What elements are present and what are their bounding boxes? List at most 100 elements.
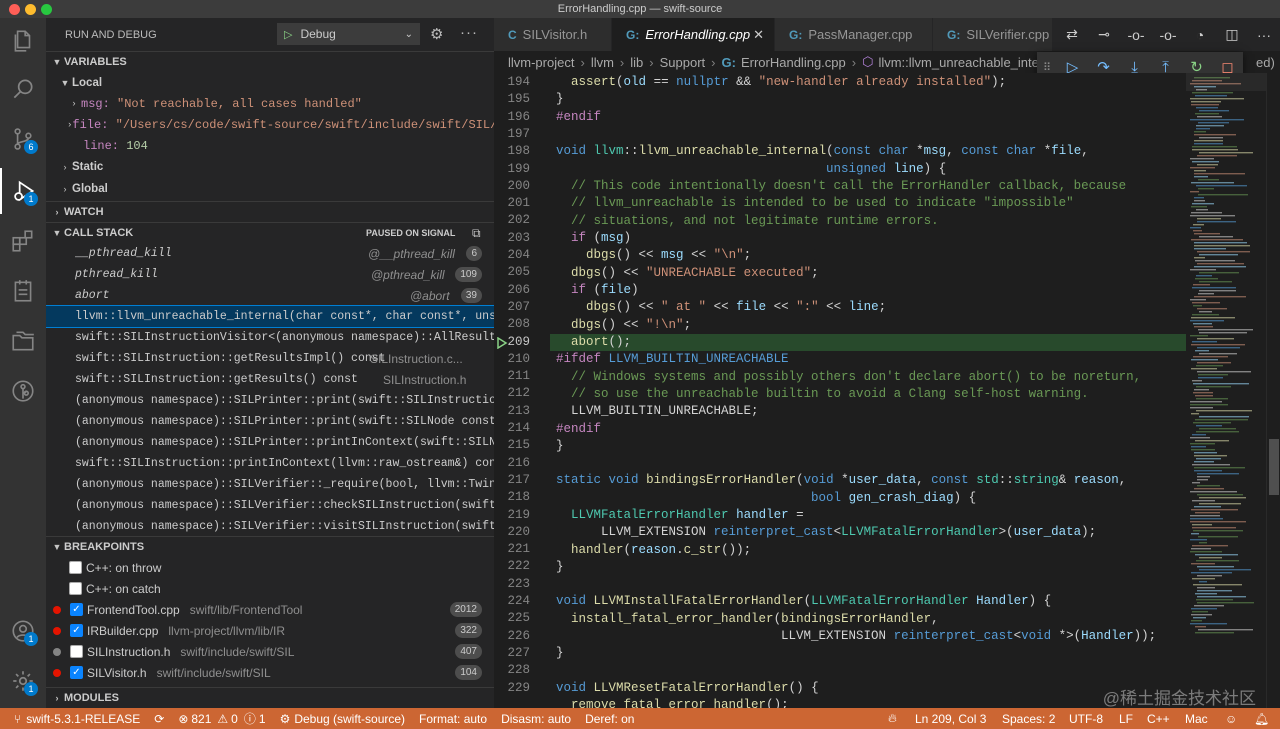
line-number[interactable]: 205 bbox=[494, 265, 530, 279]
breadcrumb-item[interactable]: llvm bbox=[591, 55, 614, 70]
search-icon[interactable] bbox=[0, 66, 46, 112]
more-actions-icon[interactable]: ··· bbox=[460, 24, 478, 41]
stack-frame[interactable]: (anonymous namespace)::SILVerifier::chec… bbox=[46, 495, 494, 516]
checkbox-checked[interactable]: ✓ bbox=[70, 666, 83, 679]
line-number[interactable]: 208 bbox=[494, 317, 530, 331]
line-number[interactable]: 198 bbox=[494, 144, 530, 158]
checkbox[interactable] bbox=[70, 645, 83, 658]
minimap[interactable] bbox=[1186, 73, 1266, 708]
variable-row[interactable]: › msg: "Not reachable, all cases handled… bbox=[46, 93, 494, 114]
scope-global[interactable]: › Global bbox=[46, 177, 494, 201]
stack-frame[interactable]: pthread_kill @pthread_kill 109 bbox=[46, 264, 494, 285]
editor-scrollbar[interactable] bbox=[1266, 73, 1280, 708]
breakpoint-exception[interactable]: C++: on throw bbox=[46, 557, 494, 578]
line-number[interactable]: 206 bbox=[494, 283, 530, 297]
line-number[interactable]: 203 bbox=[494, 231, 530, 245]
close-tab-icon[interactable]: ✕ bbox=[753, 27, 764, 43]
line-number[interactable]: 229 bbox=[494, 681, 530, 695]
problems-status[interactable]: ⊗ 821 ⚠ 0 ⓘ 1 bbox=[178, 710, 265, 727]
language-status[interactable]: C++ bbox=[1147, 712, 1170, 726]
breakpoint-item[interactable]: SILInstruction.h swift/include/swift/SIL… bbox=[46, 641, 494, 662]
breadcrumb-item[interactable]: lib bbox=[630, 55, 643, 70]
debug-status[interactable]: ⚙ Debug (swift-source) bbox=[280, 712, 405, 726]
tab-passmanager[interactable]: G: PassManager.cpp bbox=[775, 18, 933, 51]
stack-frame[interactable]: (anonymous namespace)::SILVerifier::_req… bbox=[46, 474, 494, 495]
breakpoint-exception[interactable]: C++: on catch bbox=[46, 578, 494, 599]
variable-row[interactable]: › file: "/Users/cs/code/swift-source/swi… bbox=[46, 114, 494, 135]
line-number[interactable]: 195 bbox=[494, 92, 530, 106]
line-number[interactable]: 221 bbox=[494, 542, 530, 556]
variable-row[interactable]: line: 104 bbox=[46, 135, 494, 156]
collapse-all-icon[interactable]: ⧉ bbox=[472, 226, 481, 241]
scope-local[interactable]: ▼ Local bbox=[46, 72, 494, 93]
line-number[interactable]: 227 bbox=[494, 646, 530, 660]
breakpoint-item[interactable]: ✓ SILVisitor.h swift/include/swift/SIL 1… bbox=[46, 662, 494, 683]
eol-status[interactable]: LF bbox=[1119, 712, 1133, 726]
git-graph-icon[interactable] bbox=[0, 368, 46, 414]
stack-frame[interactable]: abort @abort 39 bbox=[46, 285, 494, 306]
tab-silverifier[interactable]: G: SILVerifier.cpp bbox=[933, 18, 1053, 51]
stack-frame[interactable]: (anonymous namespace)::SILPrinter::print… bbox=[46, 411, 494, 432]
checkbox-checked[interactable]: ✓ bbox=[70, 624, 83, 637]
source-control-icon[interactable]: 6 bbox=[0, 116, 46, 162]
disasm-status[interactable]: Disasm: auto bbox=[501, 712, 571, 726]
remote-explorer-icon[interactable] bbox=[0, 268, 46, 314]
scrollbar-thumb[interactable] bbox=[1269, 439, 1279, 495]
line-number[interactable]: 225 bbox=[494, 611, 530, 625]
line-number[interactable]: 213 bbox=[494, 404, 530, 418]
more-actions-icon[interactable]: ··· bbox=[1248, 27, 1280, 43]
sync-icon[interactable]: ⟳ bbox=[154, 712, 164, 726]
close-window-button[interactable] bbox=[9, 4, 20, 15]
line-number[interactable]: 218 bbox=[494, 490, 530, 504]
flame-icon[interactable]: 🔥︎ bbox=[888, 711, 897, 726]
explorer-icon[interactable] bbox=[0, 18, 46, 64]
breakpoints-section-header[interactable]: ▼ BREAKPOINTS bbox=[46, 536, 494, 557]
checkbox[interactable] bbox=[69, 561, 82, 574]
breadcrumb-item[interactable]: llvm-project bbox=[508, 55, 574, 70]
drag-handle-icon[interactable]: ⠿ bbox=[1043, 61, 1051, 74]
minimize-window-button[interactable] bbox=[25, 4, 36, 15]
accounts-icon[interactable]: 1 bbox=[0, 608, 46, 654]
compare-changes-icon[interactable]: ⇄ bbox=[1056, 26, 1088, 43]
breakpoint-item[interactable]: ✓ IRBuilder.cpp llvm-project/llvm/lib/IR… bbox=[46, 620, 494, 641]
modules-section-header[interactable]: › MODULES bbox=[46, 687, 494, 708]
line-number[interactable]: 215 bbox=[494, 438, 530, 452]
settings-gear-icon[interactable]: 1 bbox=[0, 658, 46, 704]
line-number[interactable]: 199 bbox=[494, 162, 530, 176]
line-number[interactable]: 200 bbox=[494, 179, 530, 193]
variables-section-header[interactable]: ▼ VARIABLES bbox=[46, 51, 494, 72]
tab-silvisitor[interactable]: C SILVisitor.h bbox=[494, 18, 612, 51]
line-number[interactable]: 201 bbox=[494, 196, 530, 210]
start-debug-icon[interactable]: ▷ bbox=[284, 28, 292, 41]
checkbox-checked[interactable]: ✓ bbox=[70, 603, 83, 616]
stack-frame[interactable]: swift::SILInstructionVisitor<(anonymous … bbox=[46, 327, 494, 348]
deref-status[interactable]: Deref: on bbox=[585, 712, 634, 726]
line-number[interactable]: 217 bbox=[494, 473, 530, 487]
indentation-status[interactable]: Spaces: 2 bbox=[1002, 712, 1055, 726]
line-number[interactable]: 197 bbox=[494, 127, 530, 141]
breakpoint-item[interactable]: ✓ FrontendTool.cpp swift/lib/FrontendToo… bbox=[46, 599, 494, 620]
callstack-section-header[interactable]: ▼ CALL STACK PAUSED ON SIGNAL ⧉ bbox=[46, 222, 494, 243]
debug-settings-gear-icon[interactable]: ⚙ bbox=[430, 25, 443, 43]
keymap-status[interactable]: Mac bbox=[1185, 712, 1208, 726]
line-number[interactable]: 226 bbox=[494, 629, 530, 643]
feedback-icon[interactable]: ☺ bbox=[1225, 712, 1237, 726]
line-number[interactable]: 223 bbox=[494, 577, 530, 591]
folders-icon[interactable] bbox=[0, 318, 46, 364]
breadcrumb-item[interactable]: llvm::llvm_unreachable_inter bbox=[878, 55, 1043, 70]
line-number[interactable]: 210 bbox=[494, 352, 530, 366]
stack-frame-selected[interactable]: llvm::llvm_unreachable_internal(char con… bbox=[46, 305, 494, 328]
cursor-position[interactable]: Ln 209, Col 3 bbox=[915, 712, 986, 726]
previous-change-icon[interactable]: -o- bbox=[1120, 27, 1152, 43]
stack-frame[interactable]: swift::SILInstruction::getResultsImpl() … bbox=[46, 348, 494, 369]
code-editor[interactable]: 194 195 196 197 198 199 200 201 202 203 204 205 206 2… bbox=[494, 73, 1186, 708]
stack-frame[interactable]: (anonymous namespace)::SILPrinter::print… bbox=[46, 390, 494, 411]
line-number[interactable]: 204 bbox=[494, 248, 530, 262]
debug-config-select[interactable]: ▷ Debug ⌄ bbox=[277, 23, 420, 45]
line-number[interactable]: 202 bbox=[494, 213, 530, 227]
run-debug-icon[interactable]: 1 bbox=[0, 168, 46, 214]
stack-frame[interactable]: swift::SILInstruction::printInContext(ll… bbox=[46, 453, 494, 474]
line-number[interactable]: 207 bbox=[494, 300, 530, 314]
git-commit-icon[interactable]: ⊸ bbox=[1088, 26, 1120, 43]
format-status[interactable]: Format: auto bbox=[419, 712, 487, 726]
